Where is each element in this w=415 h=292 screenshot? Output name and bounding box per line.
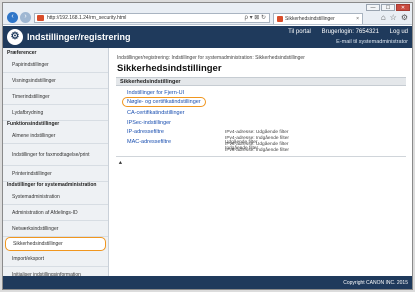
tab-close-icon[interactable]: × bbox=[356, 14, 359, 24]
sidebar-item-network[interactable]: Netværksindstillinger bbox=[3, 221, 108, 237]
ip-address-filter-link[interactable]: IP-adressefiltre bbox=[127, 129, 164, 135]
settings-logo-icon: ⚙ bbox=[7, 29, 23, 45]
mac-incoming-label: Indgående filter bbox=[225, 146, 259, 151]
tab-favicon-icon bbox=[277, 16, 283, 22]
browser-window: — ☐ ✕ ‹ › http://192.168.1.24/rm_securit… bbox=[2, 2, 413, 290]
address-tools-icons[interactable]: ρ ▾ ⊠ ↻ bbox=[245, 14, 266, 22]
section-divider bbox=[116, 156, 406, 157]
fjern-ui-settings-link[interactable]: Indstillinger for Fjern-UI bbox=[127, 90, 184, 96]
sidebar-item-general[interactable]: Almene indstillinger bbox=[3, 128, 108, 144]
copyright-text: Copyright CANON INC. 2015 bbox=[343, 280, 408, 286]
forward-arrow-icon[interactable]: › bbox=[20, 12, 31, 23]
mac-filter-info: Udgående filter Indgående filter bbox=[225, 140, 258, 152]
sidebar-item-printer[interactable]: Printerindstillinger bbox=[3, 166, 108, 182]
sidebar: Præferencer Papirindstillinger Visningsi… bbox=[3, 48, 109, 276]
window-controls: — ☐ ✕ bbox=[366, 4, 410, 11]
sidebar-item-display[interactable]: Visningsindstillinger bbox=[3, 73, 108, 89]
key-certificate-settings-link[interactable]: Nøgle- og certifikatindstillinger bbox=[122, 97, 206, 107]
address-url: http://192.168.1.24/rm_security.html bbox=[47, 15, 127, 21]
mac-address-filter-link[interactable]: MAC-adressefiltre bbox=[127, 139, 171, 145]
maximize-button[interactable]: ☐ bbox=[381, 4, 395, 11]
address-bar[interactable]: http://192.168.1.24/rm_security.html ρ ▾… bbox=[34, 13, 270, 23]
header-links: Til portal Brugerlogin: 7654321 Log ud bbox=[279, 29, 408, 35]
sidebar-item-dept-id[interactable]: Administration af Afdelings-ID bbox=[3, 205, 108, 221]
site-favicon-icon bbox=[37, 15, 44, 21]
sidebar-item-import-export[interactable]: Import/eksport bbox=[3, 251, 108, 267]
back-arrow-icon[interactable]: ‹ bbox=[7, 12, 18, 23]
sidebar-item-paper[interactable]: Papirindstillinger bbox=[3, 57, 108, 73]
admin-email-link[interactable]: E-mail til systemadministrator bbox=[336, 39, 408, 45]
gear-icon[interactable]: ⚙ bbox=[401, 13, 408, 23]
sidebar-item-sound[interactable]: Lydafbrydning bbox=[3, 105, 108, 121]
sidebar-item-system-admin[interactable]: Systemadministration bbox=[3, 189, 108, 205]
user-login-label: Brugerlogin: 7654321 bbox=[321, 29, 379, 35]
ca-certificate-settings-link[interactable]: CA-certifikatindstillinger bbox=[127, 110, 184, 116]
sidebar-group-preferences: Præferencer bbox=[7, 50, 37, 56]
browser-toolbar-icons: ⌂ ☆ ⚙ bbox=[381, 13, 408, 23]
app-title: Indstillinger/registrering bbox=[27, 32, 131, 42]
minimize-button[interactable]: — bbox=[366, 4, 380, 11]
sidebar-item-initialize[interactable]: Initialiser indstillingsinformation bbox=[3, 267, 108, 277]
browser-toolbar: — ☐ ✕ ‹ › http://192.168.1.24/rm_securit… bbox=[3, 3, 412, 25]
ipsec-settings-link[interactable]: IPSec-indstillinger bbox=[127, 120, 171, 126]
home-icon[interactable]: ⌂ bbox=[381, 13, 386, 23]
sidebar-group-sysadmin: Indstillinger for systemadministration bbox=[7, 182, 97, 188]
logout-link[interactable]: Log ud bbox=[390, 29, 408, 35]
sidebar-group-functions: Funktionsindstillinger bbox=[7, 121, 60, 127]
sidebar-item-fax-rx-print[interactable]: Indstillinger for faxmodtagelse/print bbox=[3, 144, 108, 166]
main-content: Indstillinger/registrering: Indstillinge… bbox=[110, 48, 412, 276]
browser-tab[interactable]: Sikkerhedsindstillinger × bbox=[273, 13, 363, 24]
close-button[interactable]: ✕ bbox=[396, 4, 410, 11]
breadcrumb: Indstillinger/registrering: Indstillinge… bbox=[117, 55, 305, 61]
footer: Copyright CANON INC. 2015 bbox=[3, 276, 412, 289]
sidebar-item-security[interactable]: Sikkerhedsindstillinger bbox=[5, 237, 106, 251]
section-header: Sikkerhedsindstillinger bbox=[116, 77, 406, 86]
app-header: ⚙ Indstillinger/registrering Til portal … bbox=[3, 26, 412, 48]
back-to-top-icon[interactable]: ⯅ bbox=[118, 161, 123, 168]
sidebar-item-timer[interactable]: Timerindstillinger bbox=[3, 89, 108, 105]
star-icon[interactable]: ☆ bbox=[390, 13, 397, 23]
page-title: Sikkerhedsindstillinger bbox=[117, 63, 222, 74]
tab-title: Sikkerhedsindstillinger bbox=[285, 16, 335, 22]
portal-link[interactable]: Til portal bbox=[288, 29, 311, 35]
